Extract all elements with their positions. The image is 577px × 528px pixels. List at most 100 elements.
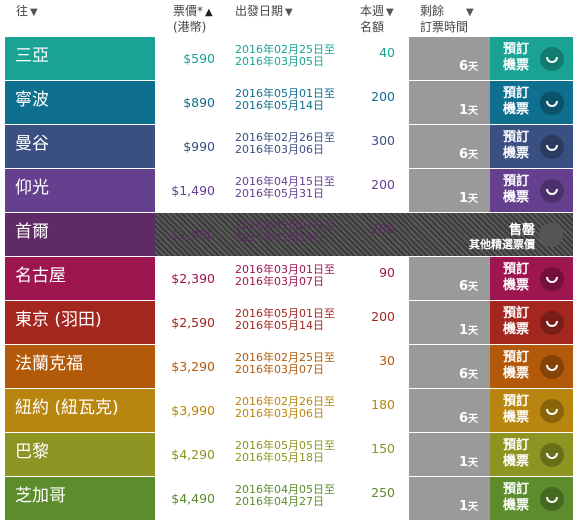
smile-icon bbox=[540, 267, 564, 291]
smile-icon bbox=[540, 47, 564, 71]
book-label: 預訂 機票 bbox=[500, 130, 532, 162]
fare-details: $4,290 2016年05月05日至 2016年05月18日 150 bbox=[155, 433, 409, 476]
days-remaining: 1天 bbox=[459, 454, 478, 470]
book-ticket-button[interactable]: 預訂 機票 bbox=[490, 433, 573, 476]
book-ticket-button[interactable]: 預訂 機票 bbox=[490, 477, 573, 520]
fare-row[interactable]: 芝加哥 $4,490 2016年04月05日至 2016年04月27日 250 1天 預訂機… bbox=[5, 477, 573, 520]
remaining-time: 1天 bbox=[409, 433, 490, 476]
book-label-line2: 機票 bbox=[502, 190, 529, 205]
date-to-word: 至 bbox=[324, 175, 335, 188]
date-to: 2016年05月14日 bbox=[235, 319, 324, 332]
travel-dates: 2016年05月01日至 2016年05月14日 bbox=[235, 220, 335, 244]
smile-icon bbox=[540, 311, 564, 335]
destination-cell[interactable]: 曼谷 bbox=[5, 125, 155, 168]
book-label: 預訂 機票 bbox=[500, 42, 532, 74]
sort-price[interactable]: 票價* ▲ (港幣) bbox=[173, 4, 213, 34]
book-label: 預訂 機票 bbox=[500, 394, 532, 426]
fare-row[interactable]: 名古屋 $2,390 2016年03月01日至 2016年03月07日 90 6天 預訂 機票 bbox=[5, 257, 573, 300]
date-to: 2016年05月18日 bbox=[235, 451, 324, 464]
fare-row[interactable]: 首爾 $1,990 2016年05月01日至 2016年05月14日 200 售罄 其他精選… bbox=[5, 213, 573, 256]
days-unit: 天 bbox=[468, 194, 478, 205]
price: $590 bbox=[183, 51, 215, 66]
destination-cell[interactable]: 仰光 bbox=[5, 169, 155, 212]
destination-cell[interactable]: 紐約 (紐瓦克) bbox=[5, 389, 155, 432]
fare-details: $890 2016年05月01日至 2016年05月14日 200 bbox=[155, 81, 409, 124]
book-ticket-button[interactable]: 預訂 機票 bbox=[490, 301, 573, 344]
destination-cell[interactable]: 法蘭克福 bbox=[5, 345, 155, 388]
travel-dates: 2016年05月01日至 2016年05月14日 bbox=[235, 88, 335, 112]
book-ticket-button[interactable]: 預訂 機票 bbox=[490, 345, 573, 388]
fare-row[interactable]: 東京 (羽田) $2,590 2016年05月01日至 2016年05月14日 200 1… bbox=[5, 301, 573, 344]
book-ticket-button[interactable]: 預訂 機票 bbox=[490, 125, 573, 168]
fare-row[interactable]: 寧波 $890 2016年05月01日至 2016年05月14日 200 1天 預訂 機票 bbox=[5, 81, 573, 124]
book-label: 預訂 機票 bbox=[500, 438, 532, 470]
days-remaining: 6天 bbox=[459, 278, 478, 294]
days-unit: 天 bbox=[468, 282, 478, 293]
date-to-word: 至 bbox=[324, 439, 335, 452]
book-label-line1: 預訂 bbox=[502, 306, 529, 321]
travel-dates: 2016年05月01日至 2016年05月14日 bbox=[235, 308, 335, 332]
smile-icon bbox=[540, 487, 564, 511]
days-remaining: 1天 bbox=[459, 190, 478, 206]
fare-row[interactable]: 三亞 $590 2016年02月25日至 2016年03月05日 40 6天 預訂 機票 bbox=[5, 37, 573, 80]
sort-destination[interactable]: 往 ▼ bbox=[16, 4, 38, 20]
book-ticket-button[interactable]: 預訂 機票 bbox=[490, 169, 573, 212]
quota: 200 bbox=[371, 89, 395, 104]
travel-dates: 2016年04月15日至 2016年05月31日 bbox=[235, 176, 335, 200]
remaining-time: 6天 bbox=[409, 257, 490, 300]
travel-dates: 2016年02月25日至 2016年03月05日 bbox=[235, 44, 335, 68]
quota: 40 bbox=[379, 45, 395, 60]
fare-details: $1,490 2016年04月15日至 2016年05月31日 200 bbox=[155, 169, 409, 212]
smile-icon bbox=[540, 399, 564, 423]
fare-row[interactable]: 紐約 (紐瓦克) $3,990 2016年02月26日至 2016年03月06日 180… bbox=[5, 389, 573, 432]
days-remaining: 6天 bbox=[459, 58, 478, 74]
date-to: 2016年03月06日 bbox=[235, 143, 324, 156]
quota: 150 bbox=[371, 441, 395, 456]
quota: 200 bbox=[371, 221, 395, 236]
book-label-line2: 機票 bbox=[502, 102, 529, 117]
fare-row[interactable]: 仰光 $1,490 2016年04月15日至 2016年05月31日 200 1天 預訂 機票 bbox=[5, 169, 573, 212]
sort-remaining[interactable]: 剩餘 ▼ 訂票時間 bbox=[420, 4, 474, 34]
destination-cell[interactable]: 東京 (羽田) bbox=[5, 301, 155, 344]
soldout-panel[interactable]: 售罄 其他精選票價 bbox=[409, 213, 573, 256]
book-ticket-button[interactable]: 預訂 機票 bbox=[490, 81, 573, 124]
destination-cell[interactable]: 寧波 bbox=[5, 81, 155, 124]
destination-cell[interactable]: 首爾 bbox=[5, 213, 155, 256]
fare-row[interactable]: 曼谷 $990 2016年02月26日至 2016年03月06日 300 6天 預訂 機票 bbox=[5, 125, 573, 168]
days-remaining: 1天 bbox=[459, 322, 478, 338]
destination-cell[interactable]: 名古屋 bbox=[5, 257, 155, 300]
fare-rows: 三亞 $590 2016年02月25日至 2016年03月05日 40 6天 預訂 機票 寧波 $… bbox=[5, 37, 573, 521]
destination-cell[interactable]: 三亞 bbox=[5, 37, 155, 80]
book-ticket-button[interactable]: 預訂 機票 bbox=[490, 389, 573, 432]
book-ticket-button[interactable]: 預訂 機票 bbox=[490, 257, 573, 300]
days-unit: 天 bbox=[468, 502, 478, 513]
price: $2,590 bbox=[171, 315, 215, 330]
days-number: 6 bbox=[458, 279, 468, 294]
date-to-word: 至 bbox=[324, 395, 335, 408]
destination-cell[interactable]: 巴黎 bbox=[5, 433, 155, 476]
book-ticket-button[interactable]: 預訂 機票 bbox=[490, 37, 573, 80]
days-number: 6 bbox=[458, 411, 468, 426]
smile-icon bbox=[539, 223, 563, 247]
sort-dates[interactable]: 出發日期 ▼ bbox=[235, 4, 293, 20]
book-label-line1: 預訂 bbox=[502, 174, 529, 189]
sort-quota[interactable]: 本週 ▼ 名額 bbox=[360, 4, 394, 34]
sort-down-icon: ▼ bbox=[386, 7, 394, 18]
destination-cell[interactable]: 芝加哥 bbox=[5, 477, 155, 520]
quota: 250 bbox=[371, 485, 395, 500]
book-label: 預訂 機票 bbox=[500, 350, 532, 382]
fare-details: $590 2016年02月25日至 2016年03月05日 40 bbox=[155, 37, 409, 80]
quota: 300 bbox=[371, 133, 395, 148]
other-fares-link[interactable]: 其他精選票價 bbox=[469, 236, 535, 252]
fare-row[interactable]: 巴黎 $4,290 2016年05月05日至 2016年05月18日 150 1天 預訂 機票 bbox=[5, 433, 573, 476]
quota: 180 bbox=[371, 397, 395, 412]
fare-details: $4,490 2016年04月05日至 2016年04月27日 250 bbox=[155, 477, 409, 520]
book-label-line2: 機票 bbox=[502, 366, 529, 381]
date-to: 2016年04月27日 bbox=[235, 495, 324, 508]
travel-dates: 2016年02月25日至 2016年03月07日 bbox=[235, 352, 335, 376]
book-label-line1: 預訂 bbox=[502, 438, 529, 453]
book-label-line1: 預訂 bbox=[502, 86, 529, 101]
book-label-line1: 預訂 bbox=[502, 394, 529, 409]
fare-row[interactable]: 法蘭克福 $3,290 2016年02月25日至 2016年03月07日 30 6天 預訂機… bbox=[5, 345, 573, 388]
smile-icon bbox=[540, 179, 564, 203]
